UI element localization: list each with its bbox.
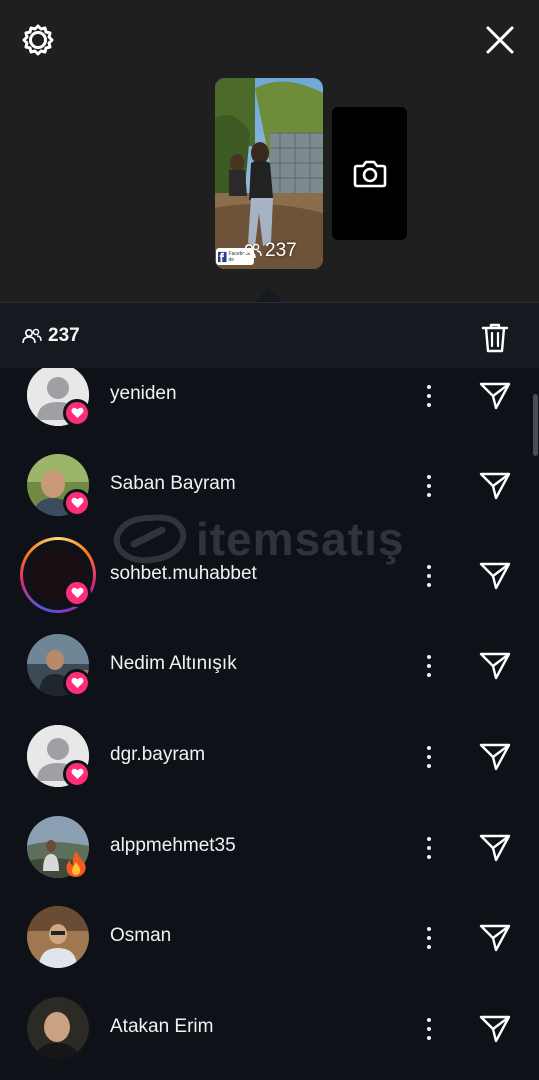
more-options-button[interactable] — [416, 466, 442, 506]
profile-photo — [27, 997, 89, 1059]
fire-badge — [64, 850, 88, 885]
more-options-button[interactable] — [416, 828, 442, 868]
story-views-number: 237 — [265, 240, 297, 261]
viewers-icon — [242, 243, 262, 259]
heart-badge — [63, 399, 91, 427]
list-item[interactable]: yeniden — [0, 368, 539, 454]
trash-icon — [481, 323, 509, 353]
viewers-count: 237 — [22, 325, 80, 347]
viewer-username[interactable]: sohbet.muhabbet — [110, 563, 257, 585]
fire-icon — [66, 851, 86, 877]
send-message-button[interactable] — [476, 737, 514, 777]
send-icon — [479, 743, 511, 771]
list-item[interactable]: alppmehmet35 — [0, 816, 539, 906]
avatar[interactable] — [27, 906, 89, 968]
send-message-button[interactable] — [476, 828, 514, 868]
heart-icon — [71, 497, 83, 508]
send-message-button[interactable] — [476, 376, 514, 416]
viewers-header: 237 — [0, 302, 539, 368]
viewer-username[interactable]: dgr.bayram — [110, 744, 205, 766]
close-icon — [486, 26, 514, 54]
send-icon — [479, 834, 511, 862]
viewer-username[interactable]: alppmehmet35 — [110, 835, 236, 857]
send-icon — [479, 382, 511, 410]
send-icon — [479, 472, 511, 500]
list-item[interactable]: Nedim Altınışık — [0, 634, 539, 724]
viewer-username[interactable]: Atakan Erim — [110, 1016, 213, 1038]
avatar[interactable] — [27, 997, 89, 1059]
send-message-button[interactable] — [476, 918, 514, 958]
send-icon — [479, 1015, 511, 1043]
send-icon — [479, 924, 511, 952]
profile-photo — [27, 906, 89, 968]
heart-badge — [63, 489, 91, 517]
more-options-button[interactable] — [416, 646, 442, 686]
list-item[interactable]: dgr.bayram — [0, 725, 539, 815]
more-options-button[interactable] — [416, 918, 442, 958]
viewer-username[interactable]: Osman — [110, 925, 171, 947]
camera-icon — [353, 160, 386, 187]
facebook-icon — [218, 251, 227, 262]
viewer-username[interactable]: Saban Bayram — [110, 473, 236, 495]
heart-icon — [71, 768, 83, 779]
gear-icon — [22, 24, 54, 56]
viewers-count-number: 237 — [48, 325, 80, 346]
viewers-icon — [22, 328, 42, 344]
send-icon — [479, 652, 511, 680]
more-options-button[interactable] — [416, 556, 442, 596]
add-story-button[interactable] — [332, 107, 407, 240]
scrollbar[interactable] — [533, 394, 538, 456]
story-preview-panel: Facebook' de 237 — [0, 0, 539, 303]
heart-badge — [63, 579, 91, 607]
settings-button[interactable] — [18, 20, 58, 60]
more-options-button[interactable] — [416, 376, 442, 416]
send-message-button[interactable] — [476, 646, 514, 686]
delete-story-button[interactable] — [476, 319, 514, 357]
story-view-count: 237 — [242, 240, 297, 262]
list-item[interactable]: Osman — [0, 906, 539, 996]
more-options-button[interactable] — [416, 737, 442, 777]
heart-badge — [63, 669, 91, 697]
selection-pointer — [254, 287, 284, 303]
list-item[interactable]: Atakan Erim — [0, 997, 539, 1080]
send-message-button[interactable] — [476, 556, 514, 596]
send-icon — [479, 562, 511, 590]
viewer-username[interactable]: yeniden — [110, 383, 177, 405]
heart-icon — [71, 677, 83, 688]
close-button[interactable] — [480, 20, 520, 60]
heart-icon — [71, 407, 83, 418]
heart-icon — [71, 587, 83, 598]
more-options-button[interactable] — [416, 1009, 442, 1049]
viewer-username[interactable]: Nedim Altınışık — [110, 653, 237, 675]
send-message-button[interactable] — [476, 1009, 514, 1049]
viewers-list[interactable]: yeniden Saban Bayram sohbet.muhabbet Ned… — [0, 368, 539, 1080]
list-item[interactable]: Saban Bayram — [0, 454, 539, 544]
list-item[interactable]: sohbet.muhabbet — [0, 537, 539, 634]
send-message-button[interactable] — [476, 466, 514, 506]
heart-badge — [63, 760, 91, 788]
